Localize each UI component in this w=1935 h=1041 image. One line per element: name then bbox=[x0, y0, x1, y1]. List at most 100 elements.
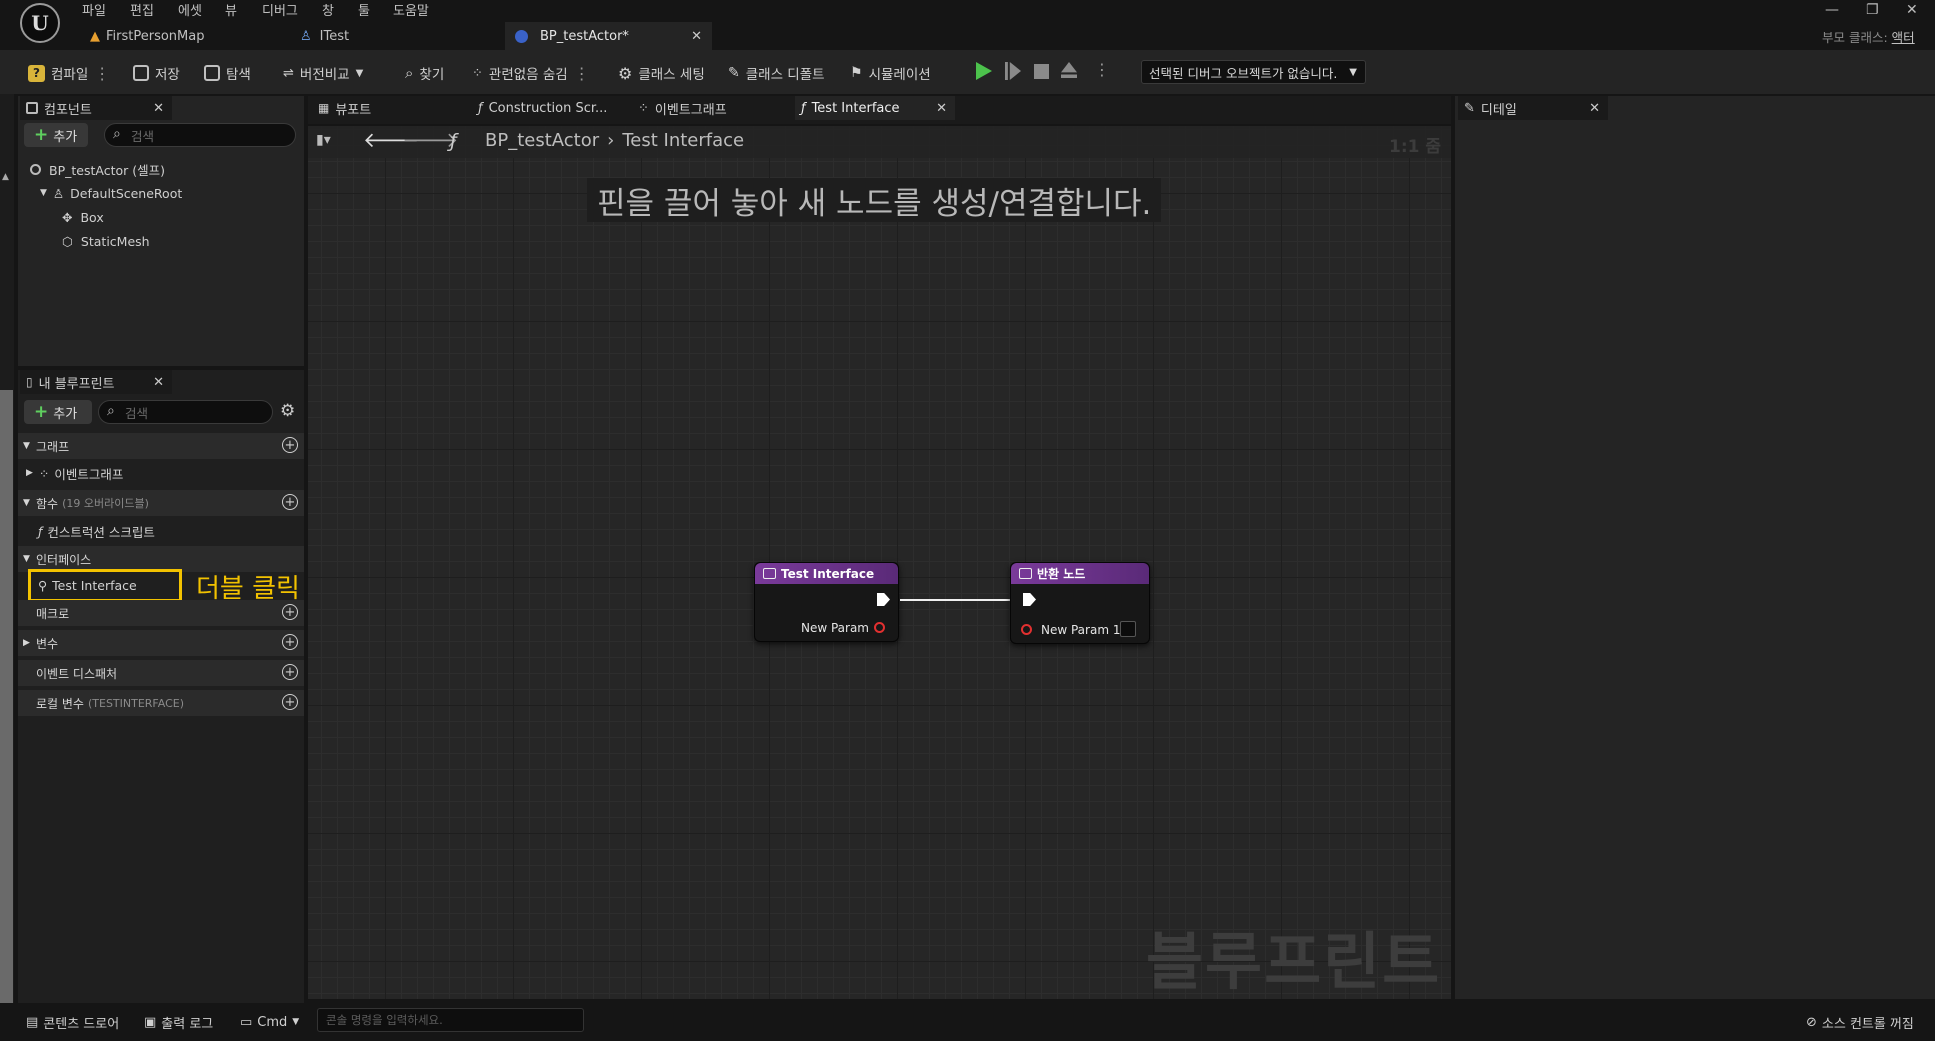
step-button[interactable] bbox=[1005, 62, 1025, 82]
close-icon[interactable]: ✕ bbox=[1589, 101, 1600, 116]
menu-edit[interactable]: 편집 bbox=[130, 0, 154, 19]
tree-item-self[interactable]: BP_testActor (셀프) bbox=[30, 158, 165, 180]
bookmark-icon[interactable]: ▮▾ bbox=[316, 132, 331, 148]
data-output-pin[interactable] bbox=[874, 622, 885, 633]
my-blueprint-tab[interactable]: ▯ 내 블루프린트 ✕ bbox=[20, 370, 172, 394]
add-local-variable-icon[interactable]: + bbox=[282, 694, 298, 710]
menu-view[interactable]: 뷰 bbox=[225, 0, 237, 19]
add-dispatcher-icon[interactable]: + bbox=[282, 664, 298, 680]
class-defaults-button[interactable]: ✎ 클래스 디폴트 bbox=[728, 62, 825, 84]
add-label: 추가 bbox=[53, 129, 78, 145]
diff-label: 버전비교 bbox=[299, 67, 350, 83]
section-event-dispatchers[interactable]: 이벤트 디스패처 + bbox=[18, 660, 304, 686]
scrollbar-thumb[interactable] bbox=[0, 390, 13, 1040]
class-settings-button[interactable]: ⚙ 클래스 세팅 bbox=[618, 62, 705, 84]
section-variables[interactable]: ▶ 변수 + bbox=[18, 630, 304, 656]
tab-test-interface[interactable]: ƒ Test Interface ✕ bbox=[795, 96, 955, 120]
my-blueprint-add-button[interactable]: + 추가 bbox=[24, 400, 92, 424]
save-button[interactable]: 저장 bbox=[133, 62, 180, 84]
breadcrumb-root[interactable]: BP_testActor bbox=[485, 130, 599, 151]
tree-item-staticmesh[interactable]: ⬡ StaticMesh bbox=[62, 230, 150, 252]
parent-class-link[interactable]: 액터 bbox=[1892, 30, 1915, 45]
simulation-button[interactable]: ⚑ 시뮬레이션 bbox=[850, 62, 931, 84]
components-add-button[interactable]: + 추가 bbox=[24, 123, 88, 147]
section-local-variables[interactable]: 로컬 변수 (TESTINTERFACE) + bbox=[18, 690, 304, 716]
output-log-button[interactable]: ▣ 출력 로그 bbox=[144, 1013, 213, 1032]
cmd-dropdown[interactable]: ▭ Cmd ▼ bbox=[240, 1013, 299, 1031]
section-label: 인터페이스 bbox=[36, 552, 92, 567]
graph-canvas[interactable]: ▮▾ 🡐 🡒 ƒ BP_testActor › Test Interface 1… bbox=[308, 126, 1451, 999]
function-icon: ƒ bbox=[801, 100, 806, 116]
my-blueprint-search-input[interactable]: ⌕ 검색 bbox=[98, 400, 273, 424]
console-input[interactable]: 콘솔 명령을 입력하세요. bbox=[317, 1008, 584, 1032]
doc-tab-bp-testactor[interactable]: BP_testActor* ✕ bbox=[505, 22, 712, 50]
components-tab[interactable]: 컴포넌트 ✕ bbox=[20, 96, 172, 120]
compile-button[interactable]: ? 컴파일 ⋮ bbox=[28, 62, 110, 84]
more-icon[interactable]: ⋮ bbox=[94, 64, 110, 83]
minimize-icon[interactable]: — bbox=[1825, 2, 1839, 18]
tab-construction-script[interactable]: ƒ Construction Scr... bbox=[472, 96, 622, 120]
exec-input-pin[interactable] bbox=[1023, 593, 1036, 606]
more-icon[interactable]: ⋮ bbox=[574, 64, 590, 83]
browse-button[interactable]: 탐색 bbox=[204, 62, 251, 84]
exec-output-pin[interactable] bbox=[877, 593, 890, 606]
menu-debug[interactable]: 디버그 bbox=[262, 0, 298, 19]
data-input-pin[interactable] bbox=[1021, 624, 1032, 635]
bp-item-event-graph[interactable]: ▶ ⁘ 이벤트그래프 bbox=[26, 462, 123, 484]
add-graph-icon[interactable]: + bbox=[282, 437, 298, 453]
unreal-logo-icon[interactable]: U bbox=[20, 3, 60, 43]
restore-icon[interactable]: ❐ bbox=[1866, 2, 1879, 18]
add-macro-icon[interactable]: + bbox=[282, 604, 298, 620]
scroll-up-icon[interactable]: ▲ bbox=[2, 172, 9, 182]
tree-item-defaultsceneroot[interactable]: ▼ ♙ DefaultSceneRoot bbox=[40, 182, 182, 204]
diff-button[interactable]: ⇌ 버전비교 ▼ bbox=[283, 62, 363, 84]
close-icon[interactable]: ✕ bbox=[691, 29, 702, 44]
debug-object-dropdown[interactable]: 선택된 디버그 오브젝트가 없습니다. ▼ bbox=[1141, 60, 1366, 84]
menu-file[interactable]: 파일 bbox=[82, 0, 106, 19]
details-tab[interactable]: ✎ 디테일 ✕ bbox=[1458, 96, 1608, 120]
collapse-arrow-icon: ▼ bbox=[23, 498, 30, 508]
add-function-icon[interactable]: + bbox=[282, 494, 298, 510]
section-label: 로컬 변수 bbox=[36, 696, 84, 711]
tab-event-graph[interactable]: ⁘ 이벤트그래프 bbox=[632, 96, 782, 120]
function-icon: ƒ bbox=[478, 100, 483, 116]
source-control-button[interactable]: ⊘ 소스 컨트롤 꺼짐 bbox=[1806, 1013, 1914, 1032]
hide-unrelated-button[interactable]: ⁘ 관련없음 숨김 ⋮ bbox=[472, 62, 590, 84]
actor-icon bbox=[30, 163, 41, 175]
content-drawer-button[interactable]: ▤ 콘텐츠 드로어 bbox=[26, 1013, 119, 1032]
eject-button[interactable] bbox=[1061, 62, 1081, 82]
breadcrumb-current[interactable]: Test Interface bbox=[622, 130, 744, 151]
doc-tab-firstpersonmap[interactable]: ▲ FirstPersonMap bbox=[80, 22, 280, 50]
tab-viewport[interactable]: ▦ 뷰포트 bbox=[312, 96, 462, 120]
default-value-box[interactable] bbox=[1120, 621, 1136, 637]
tree-item-box[interactable]: ✥ Box bbox=[62, 206, 104, 228]
exec-wire bbox=[900, 599, 1010, 601]
menu-asset[interactable]: 에셋 bbox=[178, 0, 202, 19]
menu-help[interactable]: 도움말 bbox=[393, 0, 429, 19]
close-icon[interactable]: ✕ bbox=[153, 101, 164, 116]
source-control-label: 소스 컨트롤 꺼짐 bbox=[1821, 1016, 1914, 1032]
entry-node[interactable]: Test Interface New Param bbox=[754, 562, 899, 642]
find-button[interactable]: ⌕ 찾기 bbox=[405, 62, 444, 84]
add-variable-icon[interactable]: + bbox=[282, 634, 298, 650]
settings-gear-icon[interactable]: ⚙ bbox=[280, 401, 295, 421]
section-functions[interactable]: ▼ 함수 (19 오버라이드블) + bbox=[18, 490, 304, 516]
more-icon[interactable]: ⋮ bbox=[1094, 60, 1110, 79]
function-icon: ƒ bbox=[38, 523, 43, 539]
bp-item-construction-script[interactable]: ƒ 컨스트럭션 스크립트 bbox=[38, 520, 155, 542]
menu-tools[interactable]: 툴 bbox=[358, 0, 370, 19]
return-node[interactable]: 반환 노드 New Param 1 bbox=[1010, 562, 1150, 644]
menu-window[interactable]: 창 bbox=[322, 0, 334, 19]
window-close-icon[interactable]: ✕ bbox=[1906, 2, 1918, 18]
details-title: 디테일 bbox=[1480, 102, 1517, 118]
components-search-input[interactable]: ⌕ 검색 bbox=[104, 123, 296, 147]
play-button[interactable] bbox=[976, 62, 996, 82]
node-header: Test Interface bbox=[755, 563, 898, 584]
stop-button[interactable] bbox=[1034, 62, 1054, 82]
close-icon[interactable]: ✕ bbox=[153, 375, 164, 390]
section-graphs[interactable]: ▼ 그래프 + bbox=[18, 433, 304, 459]
section-macros[interactable]: 매크로 + bbox=[18, 600, 304, 626]
doc-tab-itest[interactable]: ♙ ITest bbox=[290, 22, 490, 50]
stop-icon bbox=[1034, 64, 1049, 79]
close-icon[interactable]: ✕ bbox=[936, 101, 947, 116]
